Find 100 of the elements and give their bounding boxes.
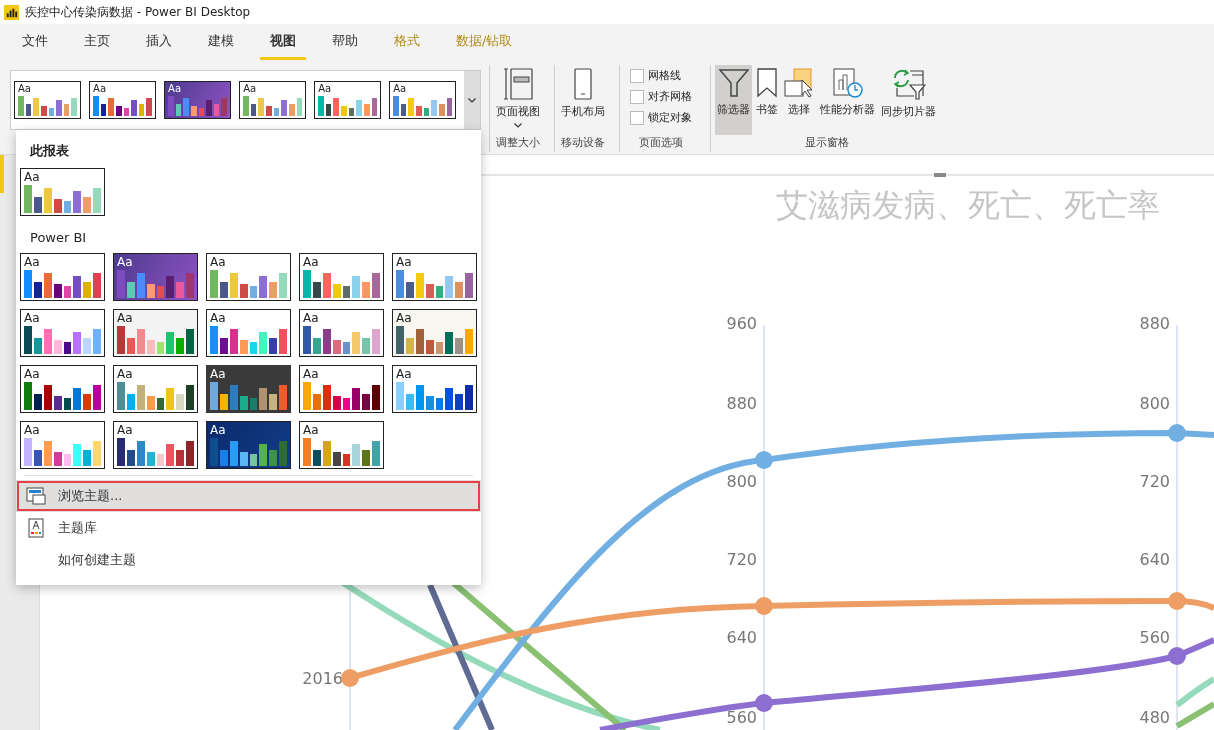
group-label: 显示窗格 [804,135,849,151]
menu-item[interactable]: 主题库 [16,512,481,544]
theme-thumbnail[interactable]: Aa [113,421,198,469]
section-heading: 此报表 [29,142,70,160]
data-point [1168,647,1186,665]
sample-text: Aa [117,423,134,437]
theme-thumbnail[interactable]: Aa [113,309,198,357]
ribbon-button[interactable]: 手机布局 [559,65,607,135]
ribbon-button[interactable]: 筛选器 [715,65,752,135]
checkbox[interactable] [630,89,644,104]
chevron-down-icon [468,97,477,103]
theme-thumbnail[interactable]: Aa [392,365,477,413]
sample-text: Aa [243,83,258,95]
theme-thumbnail[interactable]: Aa [164,81,232,119]
page-indicator [0,155,4,193]
theme-thumbnail[interactable]: Aa [113,365,198,413]
ribbon-tab[interactable]: 建模 [198,24,244,60]
data-point [341,669,359,687]
browse-icon [26,487,46,505]
theme-thumbnail[interactable]: Aa [206,309,291,357]
bookmark-icon [756,68,778,98]
sample-text: Aa [24,170,41,184]
theme-thumbnail[interactable]: Aa [20,309,105,357]
theme-thumbnail[interactable]: Aa [392,253,477,301]
ribbon-button[interactable]: 书签 [754,65,780,135]
theme-thumbnail[interactable]: Aa [299,309,384,357]
sample-text: Aa [393,83,408,95]
ribbon-button[interactable]: 同步切片器 [879,65,938,135]
ribbon-tab[interactable]: 文件 [12,24,58,60]
page-view-icon [503,68,533,100]
data-point [755,597,773,615]
group-label: 移动设备 [561,135,605,151]
theme-thumbnail[interactable]: Aa [113,253,198,301]
axis-label: 800 [726,472,757,491]
ribbon-button[interactable]: 选择 [782,65,816,135]
gallery-expand-button[interactable] [464,71,481,129]
sample-text: Aa [303,423,320,437]
theme-library-icon [28,518,44,538]
resize-handle[interactable] [934,173,946,177]
ribbon-tab[interactable]: 插入 [136,24,182,60]
filter-icon [718,68,749,98]
theme-thumbnail[interactable]: Aa [20,168,105,216]
menu-item[interactable]: 浏览主题... [16,480,481,512]
menu-item[interactable]: 如何创建主题 [16,544,481,576]
theme-thumbnail[interactable]: Aa [299,365,384,413]
sample-text: Aa [396,311,413,325]
theme-thumbnail[interactable]: Aa [299,421,384,469]
ribbon-button[interactable]: 性能分析器 [818,65,877,135]
sample-text: Aa [396,255,413,269]
axis-label: 480 [1139,708,1170,727]
axis-label: 880 [726,394,757,413]
group-label: 调整大小 [496,135,540,151]
theme-thumbnail[interactable]: Aa [299,253,384,301]
section-heading: Power BI [29,230,88,245]
checkbox[interactable] [630,68,644,83]
checkbox-label: 锁定对象 [648,110,692,125]
ribbon-tab[interactable]: 主页 [74,24,120,60]
theme-thumbnail[interactable]: Aa [89,81,157,119]
sample-text: Aa [396,367,413,381]
data-point [755,451,773,469]
data-point [1168,424,1186,442]
sample-text: Aa [318,83,333,95]
sample-text: Aa [303,255,320,269]
sample-text: Aa [210,255,227,269]
data-point [1168,592,1186,610]
sample-text: Aa [117,367,134,381]
theme-thumbnail[interactable]: Aa [20,421,105,469]
axis-label: 960 [726,314,757,333]
sample-text: Aa [24,255,41,269]
axis-label: 640 [1139,550,1170,569]
ribbon-tab[interactable]: 帮助 [322,24,368,60]
sample-text: Aa [24,311,41,325]
theme-thumbnail[interactable]: Aa [314,81,382,119]
sample-text: Aa [117,311,134,325]
data-point [755,694,773,712]
checkbox[interactable] [630,110,644,125]
theme-thumbnail[interactable]: Aa [206,421,291,469]
theme-thumbnail[interactable]: Aa [20,365,105,413]
sample-text: Aa [117,255,134,269]
sample-text: Aa [210,423,227,437]
theme-thumbnail[interactable]: Aa [206,365,291,413]
axis-label: 880 [1139,314,1170,333]
theme-thumbnail[interactable]: Aa [239,81,307,119]
sample-text: Aa [303,311,320,325]
performance-analyzer-icon [832,68,863,98]
theme-thumbnail[interactable]: Aa [389,81,457,119]
sample-text: Aa [210,311,227,325]
theme-thumbnail[interactable]: Aa [14,81,82,119]
window-title: 疾控中心传染病数据 - Power BI Desktop [25,3,251,21]
sample-text: Aa [24,367,41,381]
theme-thumbnail[interactable]: Aa [392,309,477,357]
sample-text: Aa [93,83,107,95]
axis-label: 560 [1139,628,1170,647]
theme-thumbnail[interactable]: Aa [20,253,105,301]
theme-thumbnail[interactable]: Aa [206,253,291,301]
group-label: 页面选项 [639,135,683,151]
phone-icon [574,68,592,100]
ribbon-button[interactable]: 页面视图 [494,65,542,135]
selection-pane-icon [784,68,814,98]
axis-label: 720 [726,550,757,569]
